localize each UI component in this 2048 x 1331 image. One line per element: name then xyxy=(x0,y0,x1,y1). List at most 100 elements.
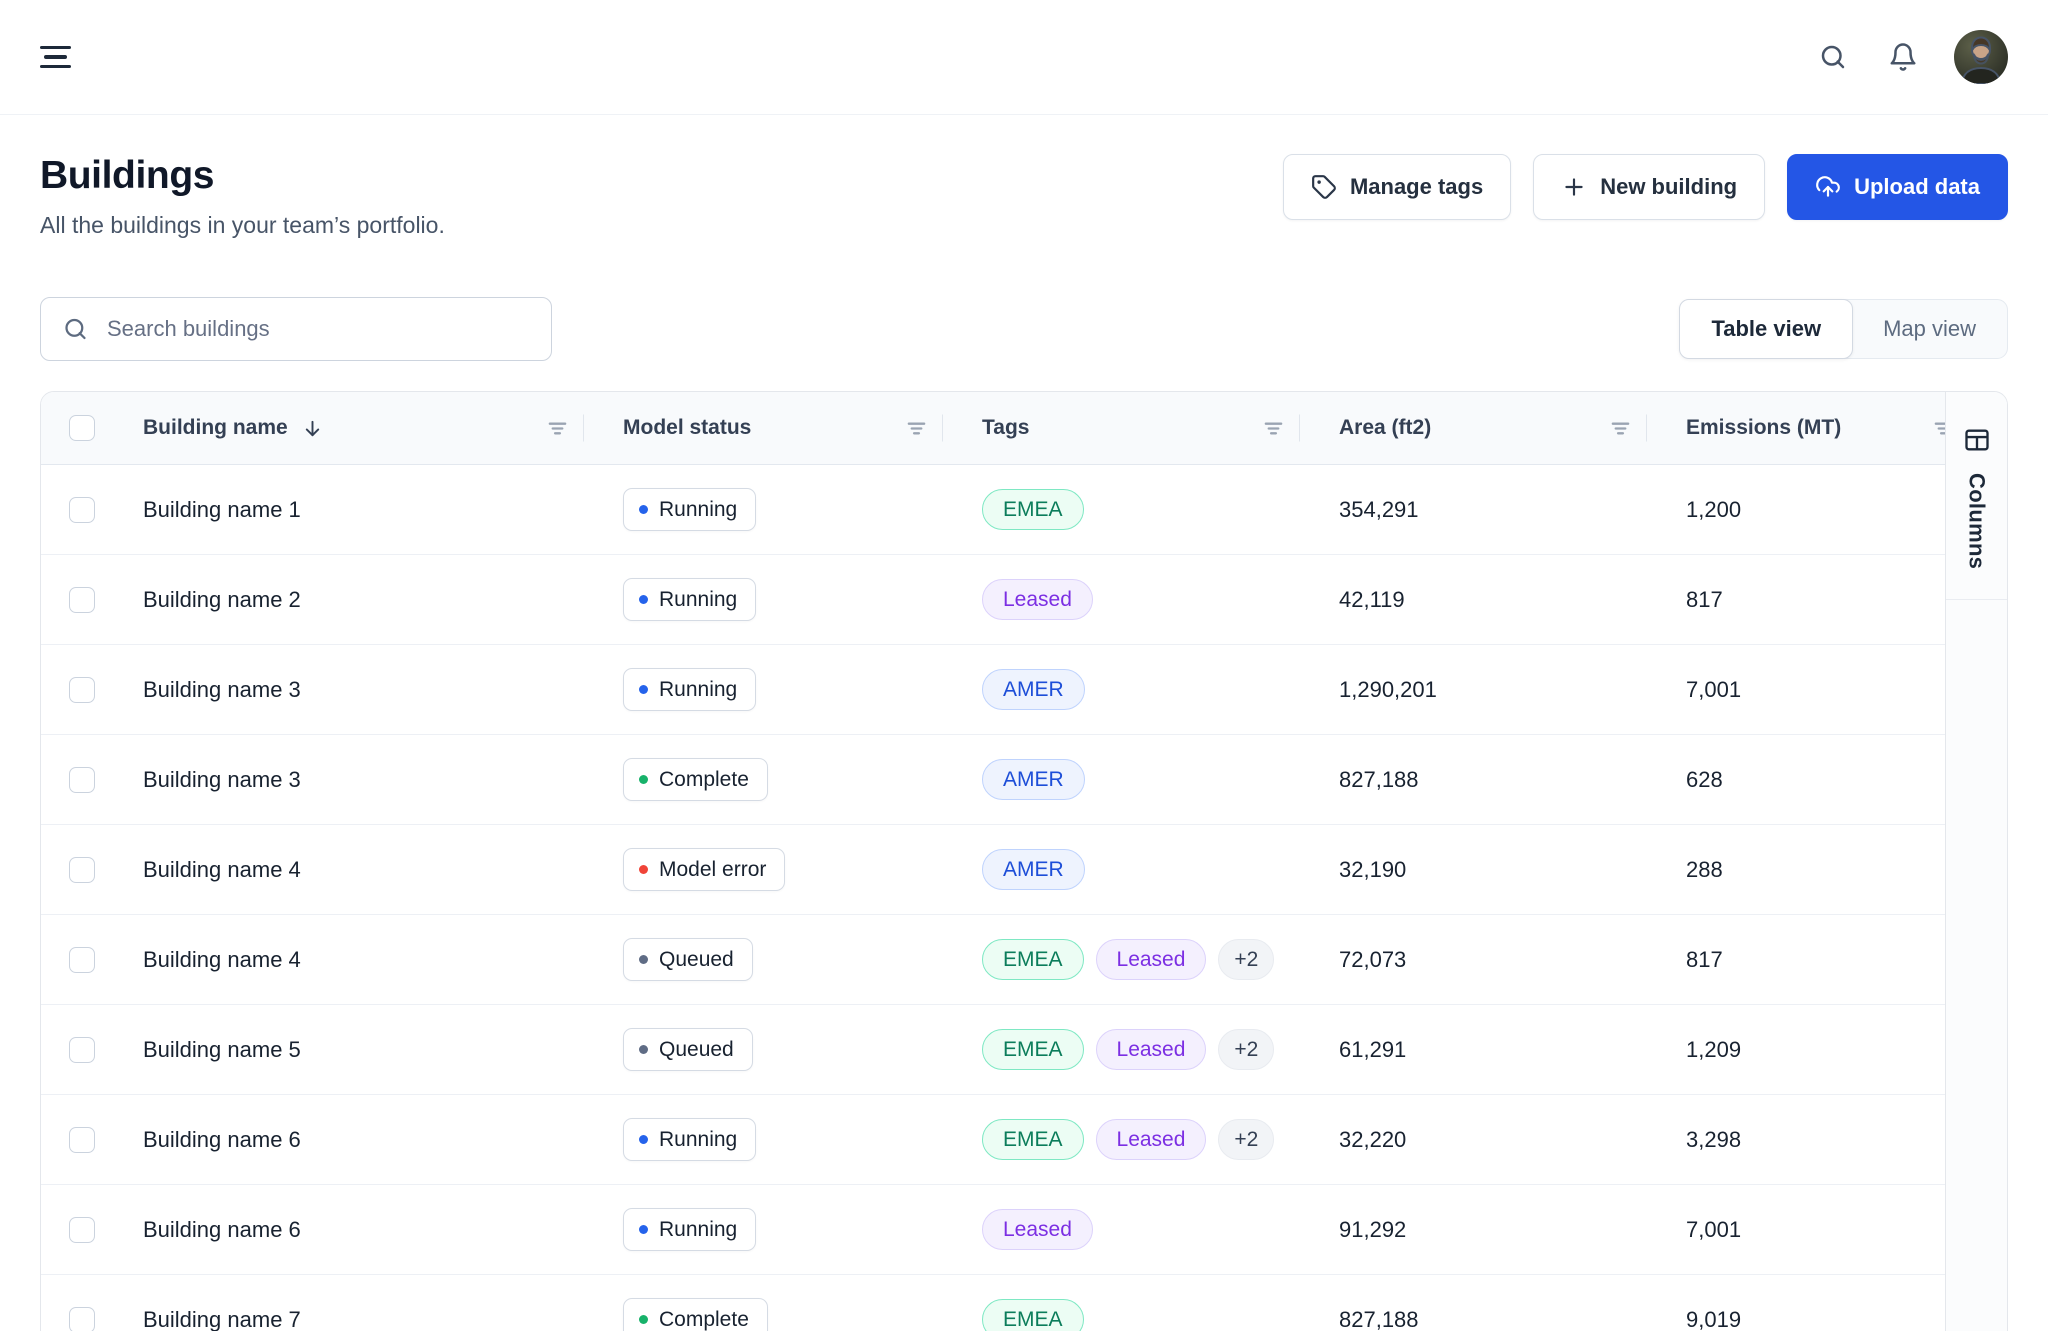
status-label: Running xyxy=(659,588,737,612)
columns-panel-label: Columns xyxy=(1964,473,1990,569)
table-row[interactable]: Building name 6 Running EMEALeased+2 32,… xyxy=(41,1095,2007,1185)
manage-tags-label: Manage tags xyxy=(1350,174,1483,200)
status-badge: Running xyxy=(623,1118,756,1161)
status-cell: Running xyxy=(583,578,942,621)
row-checkbox[interactable] xyxy=(69,1307,95,1331)
status-badge: Model error xyxy=(623,848,785,891)
search-icon[interactable] xyxy=(1818,42,1848,72)
status-dot-icon xyxy=(639,1045,648,1054)
status-badge: Running xyxy=(623,668,756,711)
row-checkbox[interactable] xyxy=(69,767,95,793)
select-all-checkbox[interactable] xyxy=(69,415,95,441)
tag-pill: +2 xyxy=(1218,1029,1274,1070)
manage-tags-button[interactable]: Manage tags xyxy=(1283,154,1511,220)
area-cell: 354,291 xyxy=(1299,497,1646,523)
status-cell: Running xyxy=(583,668,942,711)
row-checkbox[interactable] xyxy=(69,587,95,613)
table-row[interactable]: Building name 2 Running Leased 42,119 81… xyxy=(41,555,2007,645)
table-row[interactable]: Building name 6 Running Leased 91,292 7,… xyxy=(41,1185,2007,1275)
bell-icon[interactable] xyxy=(1888,42,1918,72)
tag-pill: Leased xyxy=(1096,939,1207,980)
status-label: Running xyxy=(659,678,737,702)
status-dot-icon xyxy=(639,865,648,874)
row-checkbox[interactable] xyxy=(69,497,95,523)
tag-pill: EMEA xyxy=(982,489,1084,530)
status-label: Running xyxy=(659,498,737,522)
row-select-cell xyxy=(41,767,143,793)
row-select-cell xyxy=(41,947,143,973)
column-label: Model status xyxy=(623,416,751,440)
tag-icon xyxy=(1311,174,1337,200)
topbar xyxy=(0,0,2048,115)
row-checkbox[interactable] xyxy=(69,1127,95,1153)
building-name-cell: Building name 6 xyxy=(143,1217,583,1243)
header-model-status[interactable]: Model status xyxy=(583,392,942,464)
row-select-cell xyxy=(41,1217,143,1243)
tags-cell: EMEALeased+2 xyxy=(942,939,1299,980)
area-cell: 32,190 xyxy=(1299,857,1646,883)
filter-icon[interactable] xyxy=(1262,417,1285,440)
filter-icon[interactable] xyxy=(546,417,569,440)
tag-pill: Leased xyxy=(982,579,1093,620)
table-row[interactable]: Building name 4 Model error AMER 32,190 … xyxy=(41,825,2007,915)
columns-side-rail: Columns xyxy=(1945,392,2007,1331)
tag-pill: Leased xyxy=(982,1209,1093,1250)
status-cell: Running xyxy=(583,488,942,531)
tag-pill: +2 xyxy=(1218,1119,1274,1160)
tags-cell: EMEA xyxy=(942,489,1299,530)
status-badge: Queued xyxy=(623,1028,753,1071)
columns-panel-toggle[interactable]: Columns xyxy=(1946,392,2007,600)
status-cell: Queued xyxy=(583,1028,942,1071)
area-cell: 32,220 xyxy=(1299,1127,1646,1153)
table-row[interactable]: Building name 5 Queued EMEA Leased +2 61,2… xyxy=(41,1005,2007,1095)
row-checkbox[interactable] xyxy=(69,857,95,883)
tag-pill: EMEA xyxy=(982,1029,1084,1070)
upload-data-button[interactable]: Upload data xyxy=(1787,154,2008,220)
table-row[interactable]: Building name 4 Queued EMEALeased+2 72,0… xyxy=(41,915,2007,1005)
tab-map-view[interactable]: Map view xyxy=(1852,300,2007,358)
filter-icon[interactable] xyxy=(905,417,928,440)
status-cell: Queued xyxy=(583,938,942,981)
tag-pill: Leased xyxy=(1096,1029,1207,1070)
table-row[interactable]: Building name 7 Complete EMEA 827,188 9,… xyxy=(41,1275,2007,1331)
row-select-cell xyxy=(41,1037,143,1063)
menu-icon[interactable] xyxy=(40,46,71,68)
building-name-cell: Building name 4 xyxy=(143,857,583,883)
tag-pill: AMER xyxy=(982,669,1085,710)
status-label: Running xyxy=(659,1128,737,1152)
building-name-cell: Building name 5 xyxy=(143,1037,583,1063)
area-cell: 61,291 xyxy=(1299,1037,1646,1063)
table-header: Building name Model status Tags Area (ft… xyxy=(41,392,2007,465)
status-cell: Model error xyxy=(583,848,942,891)
area-cell: 42,119 xyxy=(1299,587,1646,613)
header-tags[interactable]: Tags xyxy=(942,392,1299,464)
status-badge: Running xyxy=(623,578,756,621)
search-input-icon xyxy=(62,316,89,343)
table-row[interactable]: Building name 3 Running AMER 1,290,201 7… xyxy=(41,645,2007,735)
column-label: Area (ft2) xyxy=(1339,416,1431,440)
plus-icon xyxy=(1561,174,1587,200)
row-checkbox[interactable] xyxy=(69,677,95,703)
row-checkbox[interactable] xyxy=(69,947,95,973)
header-area[interactable]: Area (ft2) xyxy=(1299,392,1646,464)
search-input[interactable] xyxy=(40,297,552,361)
buildings-table: Building name Model status Tags Area (ft… xyxy=(40,391,2008,1331)
row-checkbox[interactable] xyxy=(69,1217,95,1243)
avatar[interactable] xyxy=(1954,30,2008,84)
row-select-cell xyxy=(41,497,143,523)
page-heading: Buildings All the buildings in your team… xyxy=(40,154,445,239)
building-name-cell: Building name 4 xyxy=(143,947,583,973)
table-row[interactable]: Building name 3 Complete AMER 827,188 62… xyxy=(41,735,2007,825)
sort-desc-icon[interactable] xyxy=(301,417,324,440)
tags-cell: Leased xyxy=(942,579,1299,620)
filter-icon[interactable] xyxy=(1609,417,1632,440)
building-name-cell: Building name 1 xyxy=(143,497,583,523)
status-label: Complete xyxy=(659,1308,749,1331)
page-subtitle: All the buildings in your team’s portfol… xyxy=(40,212,445,239)
new-building-button[interactable]: New building xyxy=(1533,154,1765,220)
tab-table-view[interactable]: Table view xyxy=(1679,299,1853,359)
tag-pill: AMER xyxy=(982,849,1085,890)
header-building-name[interactable]: Building name xyxy=(143,392,583,464)
table-row[interactable]: Building name 1 Running EMEA 354,291 1,2… xyxy=(41,465,2007,555)
row-checkbox[interactable] xyxy=(69,1037,95,1063)
